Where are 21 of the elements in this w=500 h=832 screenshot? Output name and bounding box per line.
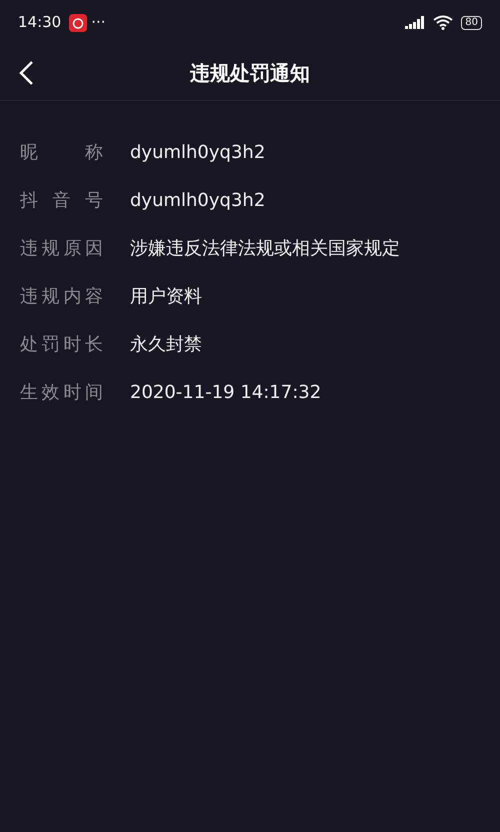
field-label: 违规内容 xyxy=(20,284,103,308)
back-icon xyxy=(18,60,34,86)
app-notification-icon xyxy=(69,14,88,32)
page-title: 违规处罚通知 xyxy=(190,60,310,86)
field-value: 涉嫌违反法律法规或相关国家规定 xyxy=(130,236,400,260)
field-label: 违规原因 xyxy=(20,236,103,260)
field-value: 永久封禁 xyxy=(130,332,202,356)
status-time: 14:30 xyxy=(18,12,62,34)
wifi-icon xyxy=(433,15,454,30)
more-notifications: ··· xyxy=(91,12,106,34)
battery-indicator: 80 xyxy=(461,16,482,30)
field-value: dyumlh0yq3h2 xyxy=(130,140,266,164)
field-label: 生效时间 xyxy=(20,380,103,404)
field-value: 2020-11-19 14:17:32 xyxy=(130,380,322,404)
field-label: 抖音号 xyxy=(20,188,103,212)
field-label: 昵称 xyxy=(20,140,103,164)
field-label: 处罚时长 xyxy=(20,332,103,356)
back-button[interactable] xyxy=(18,60,34,86)
signal-icon xyxy=(405,16,426,30)
field-value: dyumlh0yq3h2 xyxy=(130,188,266,212)
field-value: 用户资料 xyxy=(130,284,202,308)
